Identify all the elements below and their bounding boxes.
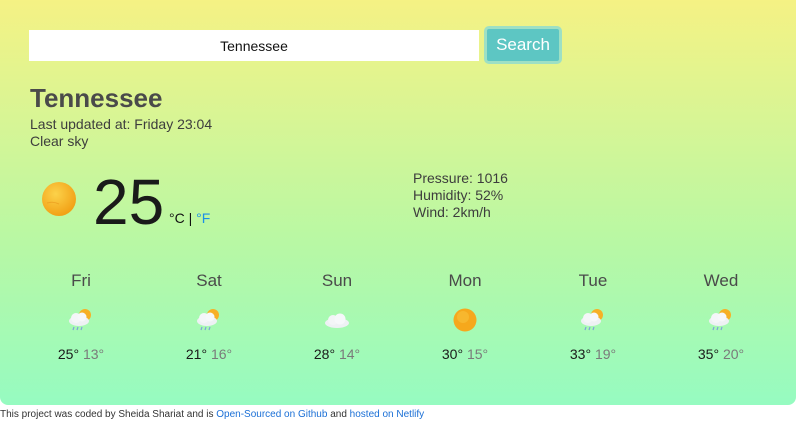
humidity: Humidity: 52% [413, 187, 504, 203]
forecast-temps: 28° 14° [273, 346, 401, 362]
current-temperature: 25 [93, 166, 165, 238]
search-button[interactable]: Search [484, 26, 562, 64]
forecast-high: 25° [57, 346, 80, 362]
forecast-low: 16° [210, 346, 233, 362]
forecast-high: 30° [441, 346, 464, 362]
github-link[interactable]: Open-Sourced on Github [216, 409, 327, 420]
forecast-low: 13° [82, 346, 105, 362]
sun-icon [42, 182, 76, 216]
last-updated: Last updated at: Friday 23:04 [30, 116, 213, 132]
forecast-temps: 33° 19° [529, 346, 657, 362]
forecast-day-name: Tue [578, 271, 608, 290]
unit-switch: °C | °F [169, 210, 210, 226]
forecast-day: Mon 30° 15° [401, 270, 529, 370]
footer: This project was coded by Sheida Shariat… [0, 409, 424, 420]
cloud-icon [325, 313, 349, 328]
forecast-day: Sun 28° 14° [273, 270, 401, 370]
forecast-low: 14° [338, 346, 361, 362]
pressure: Pressure: 1016 [413, 170, 508, 186]
forecast-high: 21° [185, 346, 208, 362]
search-form: Search [29, 26, 569, 64]
forecast-low: 19° [594, 346, 617, 362]
forecast-row: Fri 25° 13° Sat 21° 16° Sun 28° 14° Mon … [17, 270, 785, 370]
forecast-day-name: Sun [321, 271, 353, 290]
search-input[interactable] [29, 30, 479, 61]
forecast-day-name: Wed [703, 271, 739, 290]
cloud-rain-sun-icon [197, 309, 219, 331]
forecast-day-name: Mon [448, 271, 482, 290]
wind: Wind: 2km/h [413, 204, 491, 220]
cloud-rain-sun-icon [69, 309, 91, 331]
forecast-day-name: Sat [196, 271, 222, 290]
weather-description: Clear sky [30, 133, 89, 149]
cloud-rain-sun-icon [581, 309, 603, 331]
forecast-high: 28° [313, 346, 336, 362]
forecast-temps: 21° 16° [145, 346, 273, 362]
forecast-day-name: Fri [71, 271, 91, 290]
forecast-day: Fri 25° 13° [17, 270, 145, 370]
forecast-low: 20° [722, 346, 745, 362]
weather-card: Search Tennessee Last updated at: Friday… [0, 0, 796, 405]
city-name: Tennessee [30, 83, 163, 113]
celsius-label: °C [169, 210, 185, 226]
footer-text-and: and [327, 409, 350, 420]
footer-text: This project was coded by Sheida Shariat… [0, 409, 217, 420]
sun-icon [453, 308, 477, 332]
forecast-high: 35° [697, 346, 720, 362]
forecast-day: Wed 35° 20° [657, 270, 785, 370]
fahrenheit-link[interactable]: °F [196, 210, 210, 226]
forecast-temps: 30° 15° [401, 346, 529, 362]
netlify-link[interactable]: hosted on Netlify [350, 409, 425, 420]
forecast-day: Sat 21° 16° [145, 270, 273, 370]
unit-separator: | [184, 210, 197, 226]
forecast-low: 15° [466, 346, 489, 362]
forecast-day: Tue 33° 19° [529, 270, 657, 370]
forecast-temps: 25° 13° [17, 346, 145, 362]
cloud-rain-sun-icon [709, 309, 731, 331]
forecast-high: 33° [569, 346, 592, 362]
forecast-temps: 35° 20° [657, 346, 785, 362]
weather-details: Pressure: 1016 Humidity: 52% Wind: 2km/h [413, 170, 508, 221]
